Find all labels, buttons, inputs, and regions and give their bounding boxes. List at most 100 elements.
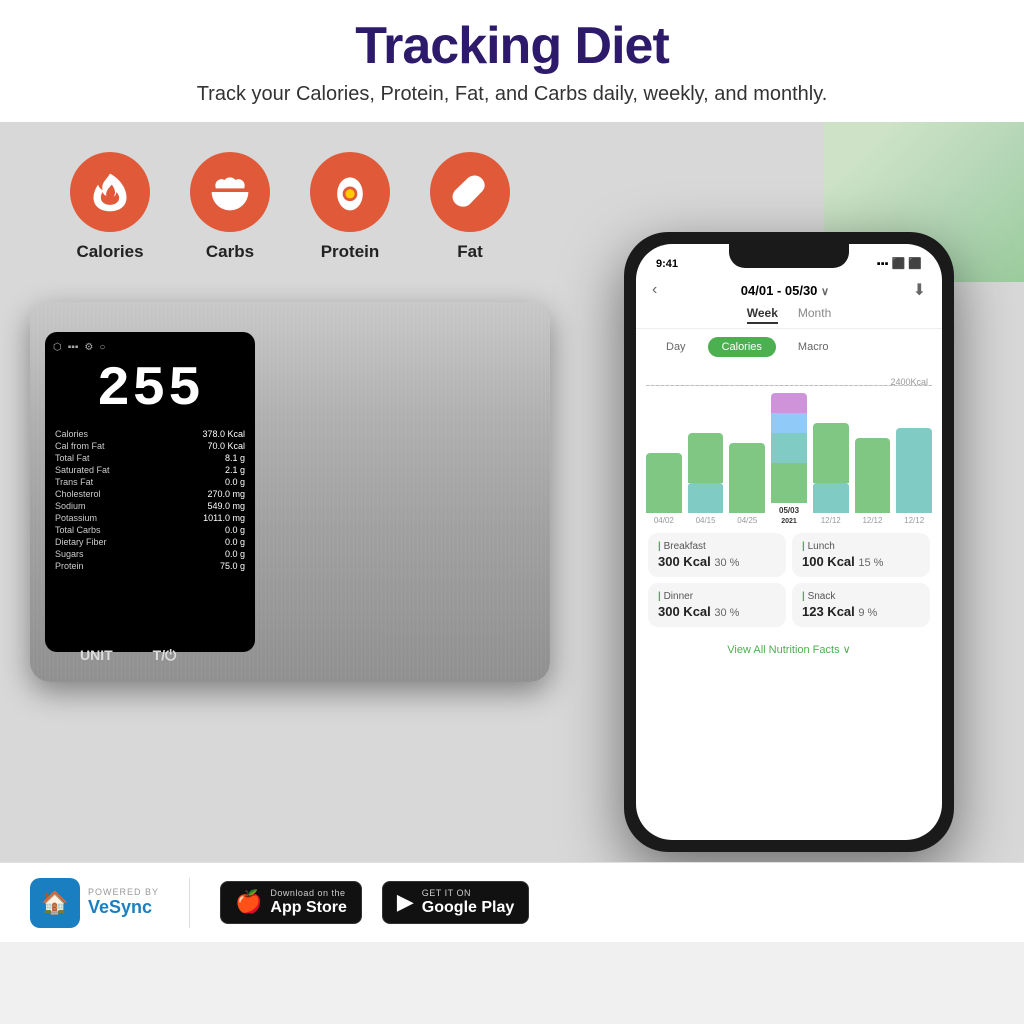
nutrition-row: Total Fat8.1 g [55,453,245,463]
unit-button[interactable]: UNIT [80,647,113,664]
lunch-title: Lunch [802,541,920,552]
tab-calories[interactable]: Calories [708,337,776,357]
vesync-badge: 🏠 POWERED BY VeSync [30,878,159,928]
reference-line [646,385,932,386]
nutrition-name: Saturated Fat [55,465,164,475]
nutrition-row: Total Carbs0.0 g [55,525,245,535]
nutrition-value: 0.0 g [166,525,245,535]
nutrition-name: Dietary Fiber [55,537,164,547]
dinner-kcal: 300 Kcal 30 % [658,604,776,619]
nutrition-value: 0.0 g [166,549,245,559]
bar-group-1: 04/15 [688,433,724,525]
app-store-name: App Store [270,898,346,917]
tab-week[interactable]: Week [747,306,778,324]
header-section: Tracking Diet Track your Calories, Prote… [0,0,1024,122]
nutrition-value: 2.1 g [166,465,245,475]
meat-icon [448,170,492,214]
snack-title: Snack [802,591,920,602]
app-store-badge[interactable]: 🍎 Download on the App Store [220,881,362,924]
nutrition-value: 0.0 g [166,537,245,547]
apple-icon: 🍎 [235,889,262,915]
breakfast-kcal: 300 Kcal 30 % [658,554,776,569]
powered-by-label: POWERED BY [88,887,159,897]
nutrition-name: Potassium [55,513,164,523]
nutrition-name: Protein [55,561,164,571]
phone-screen: 9:41 ▪▪▪ ⬛ ⬛ ‹ 04/01 - 05/30 ∨ ⬇ [636,244,942,840]
protein-label: Protein [321,242,380,262]
scale-buttons: UNIT T/⏻ [80,647,176,664]
carbs-label: Carbs [206,242,254,262]
weight-display: 255 [53,357,247,421]
nutrition-row: Potassium1011.0 mg [55,513,245,523]
nutrition-table: Calories378.0 KcalCal from Fat70.0 KcalT… [53,427,247,573]
tab-macro[interactable]: Macro [784,337,843,357]
lunch-kcal: 100 Kcal 15 % [802,554,920,569]
scale-wrapper: ⬡ ▪▪▪ ⚙ ○ 255 Calories378.0 KcalCal from… [30,302,560,742]
nutrition-name: Cal from Fat [55,441,164,451]
battery-icon: ▪▪▪ [68,342,79,353]
nutrition-name: Sugars [55,549,164,559]
nutrition-value: 75.0 g [166,561,245,571]
nutrition-row: Cholesterol270.0 mg [55,489,245,499]
snack-card: Snack 123 Kcal 9 % [792,583,930,627]
dropdown-arrow-icon[interactable]: ∨ [821,286,829,298]
app-store-text: Download on the App Store [270,888,346,917]
back-arrow-icon[interactable]: ‹ [652,281,657,299]
calories-icon-circle [70,152,150,232]
power-button[interactable]: T/⏻ [153,647,177,664]
wifi-icon: ⚙ [84,342,93,353]
fat-label: Fat [457,242,483,262]
powered-by-text: POWERED BY VeSync [88,887,159,918]
google-play-row: ▶ GET IT ON Google Play [397,888,514,917]
nutrition-name: Total Carbs [55,525,164,535]
bar-group-6: 12/12 [896,428,932,525]
dinner-card: Dinner 300 Kcal 30 % [648,583,786,627]
phone-body: 9:41 ▪▪▪ ⬛ ⬛ ‹ 04/01 - 05/30 ∨ ⬇ [624,232,954,852]
nutrition-value: 1011.0 mg [166,513,245,523]
nutrition-row: Calories378.0 Kcal [55,429,245,439]
bar-group-2: 04/25 [729,443,765,525]
breakfast-title: Breakfast [658,541,776,552]
nutrition-value: 549.0 mg [166,501,245,511]
bluetooth-icon: ⬡ [53,342,62,353]
google-play-name: Google Play [422,898,514,917]
nutrition-value: 378.0 Kcal [166,429,245,439]
vesync-brand-label: VeSync [88,897,159,918]
fire-icon [88,170,132,214]
nutrition-name: Cholesterol [55,489,164,499]
nutrition-row: Cal from Fat70.0 Kcal [55,441,245,451]
nutrition-value: 0.0 g [166,477,245,487]
scale-body: ⬡ ▪▪▪ ⚙ ○ 255 Calories378.0 KcalCal from… [30,302,550,682]
app-nav-tabs: Week Month [636,306,942,329]
page-wrapper: Tracking Diet Track your Calories, Prote… [0,0,1024,1024]
google-play-text: GET IT ON Google Play [422,888,514,917]
tab-month[interactable]: Month [798,306,831,324]
app-header: ‹ 04/01 - 05/30 ∨ ⬇ [636,274,942,306]
icon-item-calories: Calories [50,152,170,262]
nutrition-row: Saturated Fat2.1 g [55,465,245,475]
view-all-link[interactable]: View All Nutrition Facts ∨ [636,635,942,664]
download-icon[interactable]: ⬇ [913,280,926,300]
bottom-bar: 🏠 POWERED BY VeSync 🍎 Download on the Ap… [0,862,1024,942]
meal-cards: Breakfast 300 Kcal 30 % Lunch 100 Kcal 1… [636,525,942,635]
calories-label: Calories [76,242,143,262]
carbs-icon-circle [190,152,270,232]
day-macro-tabs: Day Calories Macro [636,329,942,365]
dinner-title: Dinner [658,591,776,602]
icon-item-protein: Protein [290,152,410,262]
page-title: Tracking Diet [40,18,984,75]
tab-day[interactable]: Day [652,337,700,357]
nutrition-row: Protein75.0 g [55,561,245,571]
nutrition-value: 8.1 g [166,453,245,463]
nutrition-name: Calories [55,429,164,439]
icons-row: Calories Carbs [0,122,1024,272]
main-content: ⬡ ▪▪▪ ⚙ ○ 255 Calories378.0 KcalCal from… [0,252,1024,862]
nutrition-name: Trans Fat [55,477,164,487]
google-play-badge[interactable]: ▶ GET IT ON Google Play [382,881,529,924]
signal-icon: ○ [99,342,105,353]
nutrition-row: Trans Fat0.0 g [55,477,245,487]
nutrition-row: Dietary Fiber0.0 g [55,537,245,547]
vertical-divider [189,878,190,928]
display-panel: ⬡ ▪▪▪ ⚙ ○ 255 Calories378.0 KcalCal from… [45,332,255,652]
nutrition-value: 70.0 Kcal [166,441,245,451]
